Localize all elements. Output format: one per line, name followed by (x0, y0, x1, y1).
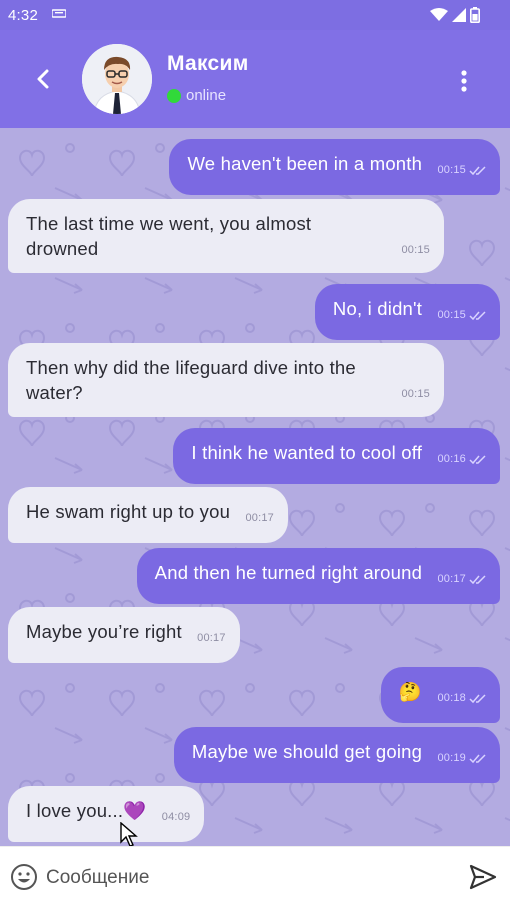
message-text: 🤔 (398, 681, 423, 702)
message-meta: 00:16 (437, 447, 486, 472)
message-bubble[interactable]: No, i didn't 00:15 (314, 284, 500, 340)
back-arrow-icon[interactable] (28, 64, 58, 94)
message-time: 00:15 (401, 244, 430, 256)
message-bubble[interactable]: He swam right up to you 00:17 (8, 487, 288, 543)
double-check-icon (469, 753, 486, 763)
message-text: Maybe you’re right (26, 621, 182, 642)
message-bubble[interactable]: 🤔 00:18 (380, 667, 500, 723)
message-meta: 00:15 (401, 382, 430, 407)
mouse-cursor-icon (120, 822, 138, 847)
avatar-illustration (82, 44, 152, 114)
message-meta: 00:17 (437, 567, 486, 592)
message-text: He swam right up to you (26, 501, 231, 522)
message-time: 00:15 (437, 164, 466, 176)
message-meta: 00:15 (437, 303, 486, 328)
presence-status: online (167, 87, 226, 104)
message-time: 00:15 (401, 388, 430, 400)
message-bubble[interactable]: The last time we went, you almost drowne… (8, 199, 444, 273)
message-text: Then why did the lifeguard dive into the… (26, 357, 356, 403)
message-meta: 00:19 (437, 746, 486, 771)
double-check-icon (469, 693, 486, 703)
message-time: 00:19 (437, 752, 466, 764)
message-time: 04:09 (161, 811, 191, 823)
message-time: 00:16 (437, 453, 466, 465)
message-text: I love you...💜 (26, 800, 147, 821)
message-text: Maybe we should get going (191, 741, 423, 762)
message-bubble[interactable]: I love you...💜 04:09 (8, 786, 205, 842)
message-text: I think he wanted to cool off (191, 442, 423, 463)
message-input[interactable] (46, 861, 446, 895)
message-text: We haven't been in a month (187, 153, 423, 174)
status-icons (430, 7, 480, 23)
message-meta: 00:15 (437, 158, 486, 183)
chat-screen: 4:32 Максим online We haven't been in a … (0, 0, 510, 914)
double-check-icon (469, 310, 486, 320)
status-text: online (186, 87, 227, 104)
status-bar: 4:32 (0, 0, 510, 30)
message-time: 00:15 (437, 309, 466, 321)
double-check-icon (469, 165, 486, 175)
message-text: And then he turned right around (154, 562, 423, 583)
message-time: 00:17 (437, 573, 466, 585)
avatar[interactable] (82, 44, 152, 114)
message-bubble[interactable]: I think he wanted to cool off 00:16 (173, 428, 500, 484)
message-list[interactable]: We haven't been in a month 00:15 The las… (0, 128, 510, 846)
message-meta: 00:18 (437, 686, 486, 711)
message-meta: 00:15 (401, 238, 430, 263)
message-time: 00:18 (437, 692, 466, 704)
signal-icon (452, 8, 466, 22)
wifi-icon (430, 8, 448, 21)
contact-name[interactable]: Максим (167, 52, 249, 76)
message-meta: 00:17 (197, 626, 226, 651)
message-bubble[interactable]: Maybe we should get going 00:19 (173, 727, 500, 783)
message-bubble[interactable]: Then why did the lifeguard dive into the… (8, 343, 444, 417)
double-check-icon (469, 574, 486, 584)
double-check-icon (469, 454, 486, 464)
message-meta: 00:17 (245, 506, 274, 531)
online-indicator (167, 88, 181, 103)
more-vert-icon[interactable] (452, 66, 476, 96)
status-time: 4:32 (8, 7, 38, 24)
emoji-icon[interactable] (10, 863, 38, 891)
message-composer (0, 846, 510, 908)
message-bubble[interactable]: We haven't been in a month 00:15 (169, 139, 500, 195)
message-bubble[interactable]: And then he turned right around 00:17 (136, 548, 500, 604)
send-icon[interactable] (468, 863, 498, 891)
battery-icon (470, 7, 480, 23)
message-time: 00:17 (245, 512, 274, 524)
notification-icon (52, 9, 66, 18)
chat-header: Максим online (0, 30, 510, 128)
message-text: The last time we went, you almost drowne… (26, 213, 312, 259)
message-meta: 04:09 (162, 805, 191, 830)
message-text: No, i didn't (332, 298, 423, 319)
message-time: 00:17 (197, 632, 226, 644)
message-bubble[interactable]: Maybe you’re right 00:17 (8, 607, 240, 663)
